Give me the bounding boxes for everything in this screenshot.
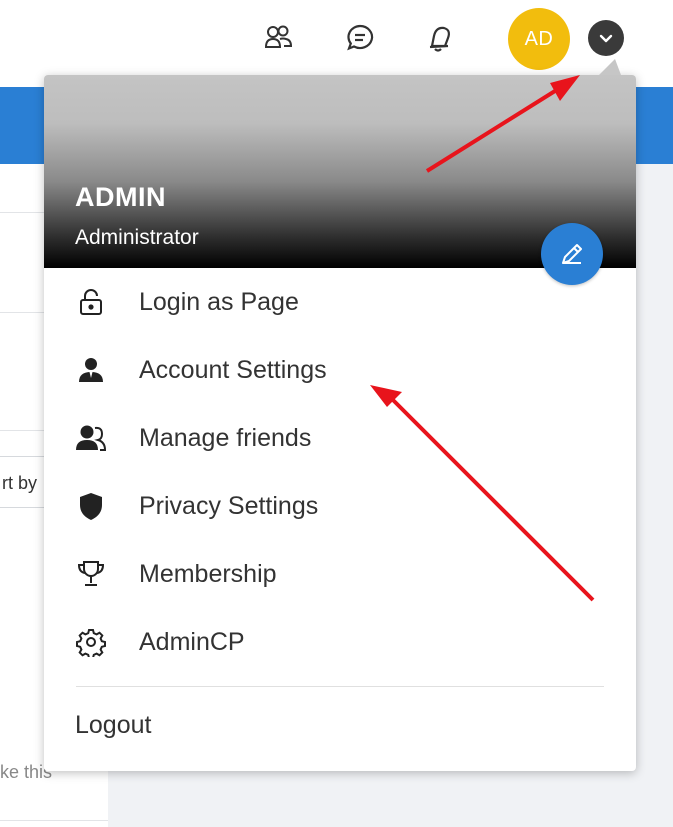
trophy-icon bbox=[74, 557, 108, 591]
menu-item-label: Privacy Settings bbox=[139, 491, 319, 520]
pencil-icon bbox=[562, 244, 582, 264]
friends-icon bbox=[74, 421, 108, 455]
gear-icon bbox=[74, 625, 108, 659]
profile-username: ADMIN bbox=[75, 182, 166, 212]
menu-divider bbox=[76, 686, 604, 687]
account-dropdown-menu: ADMIN Administrator Login as Page Accoun… bbox=[44, 59, 636, 771]
background-sort-label: rt by bbox=[2, 473, 38, 493]
background-divider bbox=[0, 820, 108, 821]
unlock-icon bbox=[74, 285, 108, 319]
profile-role: Administrator bbox=[75, 226, 199, 249]
chat-icon[interactable] bbox=[344, 22, 376, 54]
notification-bell-icon[interactable] bbox=[424, 22, 456, 54]
menu-item-label: Login as Page bbox=[139, 287, 299, 316]
chevron-down-icon bbox=[599, 34, 613, 43]
menu-item-login-as-page[interactable]: Login as Page bbox=[44, 268, 636, 336]
avatar[interactable]: AD bbox=[508, 8, 570, 70]
menu-item-label: Manage friends bbox=[139, 423, 312, 452]
account-menu-toggle[interactable] bbox=[588, 20, 624, 56]
menu-item-privacy-settings[interactable]: Privacy Settings bbox=[44, 472, 636, 540]
menu-item-account-settings[interactable]: Account Settings bbox=[44, 336, 636, 404]
menu-caret bbox=[599, 59, 621, 75]
logout-link[interactable]: Logout bbox=[75, 711, 151, 740]
user-icon bbox=[74, 353, 108, 387]
shield-icon bbox=[74, 489, 108, 523]
menu-list: Login as Page Account Settings Manage fr… bbox=[44, 268, 636, 676]
menu-item-label: Membership bbox=[139, 559, 277, 588]
menu-item-label: AdminCP bbox=[139, 627, 245, 656]
friends-icon[interactable] bbox=[262, 22, 294, 54]
page: rt by ke this AD ADMIN Administrator Log… bbox=[0, 0, 673, 827]
menu-item-label: Account Settings bbox=[139, 355, 327, 384]
menu-item-admincp[interactable]: AdminCP bbox=[44, 608, 636, 676]
menu-item-manage-friends[interactable]: Manage friends bbox=[44, 404, 636, 472]
menu-item-membership[interactable]: Membership bbox=[44, 540, 636, 608]
